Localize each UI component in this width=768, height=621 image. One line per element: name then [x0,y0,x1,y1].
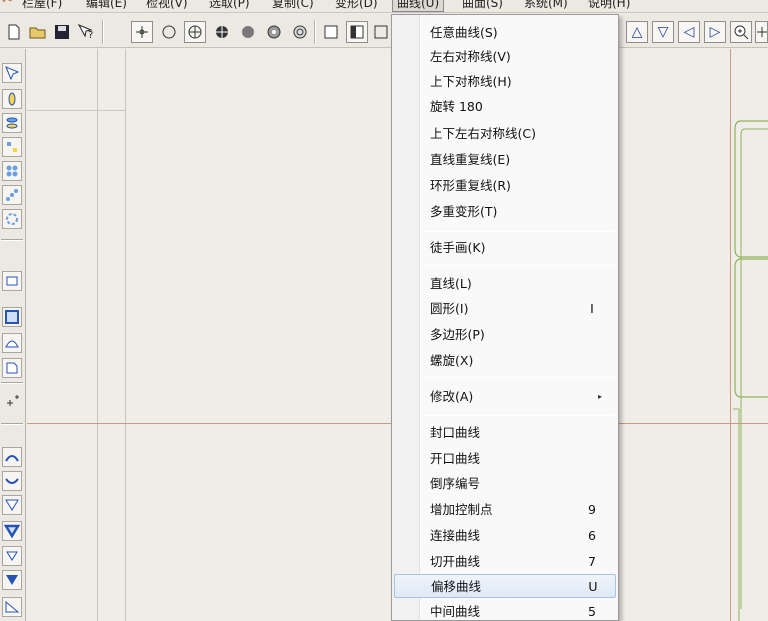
circle-icon[interactable] [158,21,180,43]
funnel-filled-icon[interactable] [2,570,22,590]
green-curve-shape [733,120,768,621]
menu-item-middle-curve[interactable]: 中间曲线 5 [394,600,616,621]
funnel-outline-icon[interactable] [2,495,22,515]
open-file-icon[interactable] [27,21,49,43]
select-points-icon[interactable] [2,63,22,83]
circle-cross-icon[interactable] [184,21,206,43]
menu-item-reverse-order[interactable]: 倒序编号 [394,472,616,496]
rectangle-select-icon[interactable] [2,307,22,327]
menu-select[interactable]: 选取(P) [205,0,254,12]
point-snap-icon[interactable] [131,21,153,43]
curve-menu-dropdown: 任意曲线(S) 左右对称线(V) 上下对称线(H) 旋转 180 上下左右对称线… [391,14,619,621]
menu-item-spiral[interactable]: 螺旋(X) [394,349,616,373]
triangle-down-icon[interactable]: ▽ [652,21,674,43]
save-icon[interactable] [51,21,73,43]
square-icon[interactable] [320,21,342,43]
palette-divider [1,423,23,425]
toolbar-separator [102,20,104,44]
arch-down-icon[interactable] [2,471,22,491]
menu-separator [424,231,614,232]
palette-divider [1,239,23,241]
menu-item-open-curve[interactable]: 开口曲线 [394,447,616,471]
menu-item-ud-symmetric[interactable]: 上下对称线(H) [394,70,616,94]
menu-bar: ✂ 栏屋(F) 编辑(E) 检视(V) 选取(P) 复制(C) 变形(D) 曲线… [0,0,768,13]
triangle-right-icon[interactable]: ▷ [704,21,726,43]
menu-copy[interactable]: 复制(C) [268,0,318,12]
menu-surface[interactable]: 曲面(S) [458,0,507,12]
menu-item-freehand[interactable]: 徒手画(K) [394,236,616,260]
funnel-bold-icon[interactable] [2,521,22,541]
horizontal-nodes-icon[interactable] [2,113,22,133]
toolbar: ? △ ▽ ◁ ▷ [0,14,768,48]
menu-edit[interactable]: 编辑(E) [82,0,131,12]
menu-file[interactable]: 栏屋(F) [18,0,66,12]
help-cursor-icon[interactable]: ? [75,21,97,43]
triangle-up-icon[interactable]: △ [626,21,648,43]
grid-line-vertical [125,49,126,621]
gray-dot-icon[interactable] [237,21,259,43]
arch-up-icon[interactable] [2,447,22,467]
wedge-icon[interactable] [2,597,22,617]
square-outline-icon[interactable] [370,21,392,43]
menu-separator [424,415,614,416]
rectangle-small-icon[interactable] [2,271,22,291]
menu-item-modify[interactable]: 修改(A) ▸ [394,385,616,409]
plus-box-icon[interactable] [755,21,768,43]
funnel-small-icon[interactable] [2,546,22,566]
page-curl-icon[interactable] [2,358,22,378]
ring-dot-icon[interactable] [289,21,311,43]
triangle-left-icon[interactable]: ◁ [678,21,700,43]
scatter-nodes-icon[interactable] [2,185,22,205]
new-file-icon[interactable] [3,21,25,43]
menu-item-line[interactable]: 直线(L) [394,272,616,296]
menu-help[interactable]: 说明(H) [584,0,634,12]
gear-dot-icon[interactable] [263,21,285,43]
zoom-in-icon[interactable] [730,21,752,43]
add-points-icon[interactable] [2,393,22,413]
menu-item-offset-curve[interactable]: 偏移曲线 U [394,574,616,598]
menu-item-rotate-180[interactable]: 旋转 180 [394,95,616,119]
menu-item-close-curve[interactable]: 封口曲线 [394,421,616,445]
split-square-icon[interactable] [346,21,368,43]
menu-separator [424,265,614,266]
menu-system[interactable]: 系统(M) [520,0,572,12]
submenu-arrow-icon: ▸ [598,392,603,401]
svg-text:?: ? [88,30,93,40]
menu-view[interactable]: 检视(V) [142,0,192,12]
menu-separator [424,377,614,378]
menu-item-udlr-symmetric[interactable]: 上下左右对称线(C) [394,122,616,146]
menu-item-circular-repeat[interactable]: 环形重复线(R) [394,174,616,198]
menu-item-join-curves[interactable]: 连接曲线 6 [394,524,616,548]
dome-icon[interactable] [2,333,22,353]
vertical-nodes-icon[interactable] [2,89,22,109]
menu-item-circle[interactable]: 圆形(I) I [394,297,616,321]
menu-curve[interactable]: 曲线(U) [392,0,445,12]
grid-nodes-icon[interactable] [2,161,22,181]
filled-circle-cross-icon[interactable] [211,21,233,43]
grid-line-vertical [97,49,98,621]
diagonal-nodes-icon[interactable] [2,137,22,157]
menu-item-linear-repeat[interactable]: 直线重复线(E) [394,148,616,172]
ring-nodes-icon[interactable] [2,209,22,229]
menu-transform[interactable]: 变形(D) [331,0,382,12]
menu-item-multi-transform[interactable]: 多重变形(T) [394,200,616,224]
menu-item-split-curve[interactable]: 切开曲线 7 [394,550,616,574]
tool-palette [0,49,26,621]
toolbar-separator [314,20,316,44]
grid-line-horizontal [27,110,125,111]
menu-item-lr-symmetric[interactable]: 左右对称线(V) [394,45,616,69]
menu-item-free-curve[interactable]: 任意曲线(S) [394,21,616,45]
app-icon: ✂ [2,0,13,8]
menu-item-polygon[interactable]: 多边形(P) [394,323,616,347]
menu-item-add-control-point[interactable]: 增加控制点 9 [394,498,616,522]
palette-divider [1,382,23,384]
